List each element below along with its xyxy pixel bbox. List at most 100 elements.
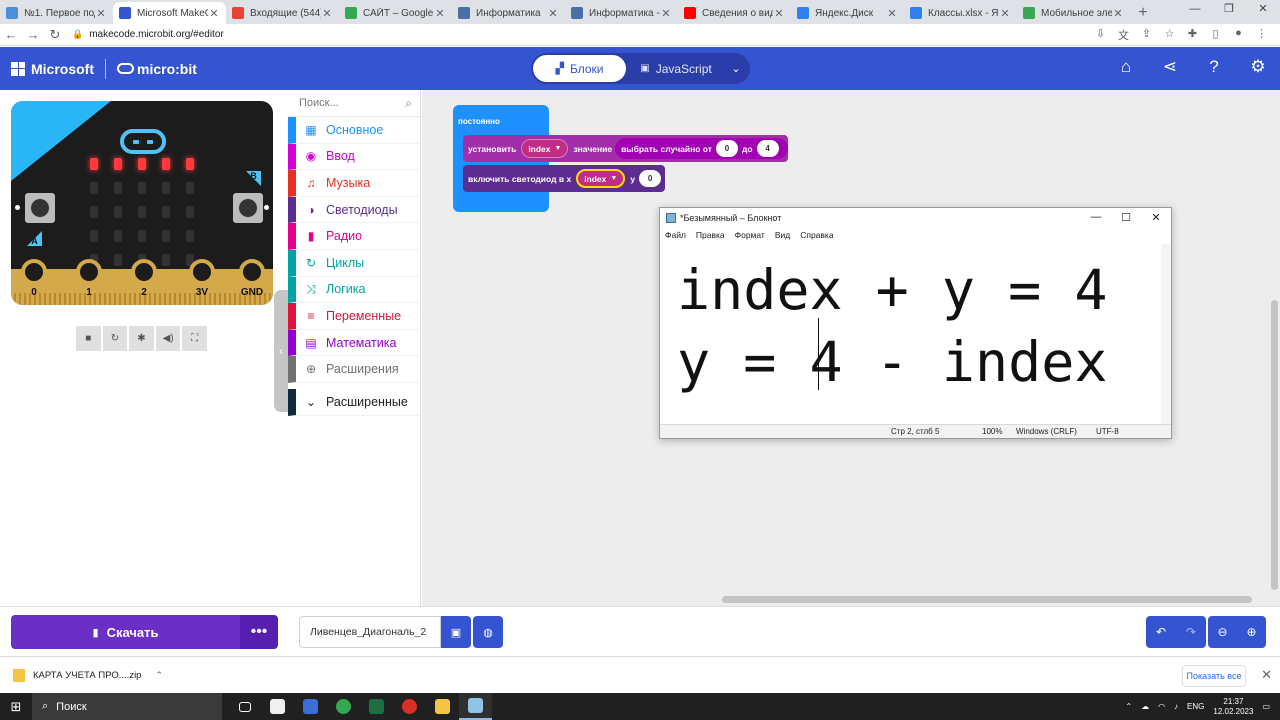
share-icon[interactable]: ⋖ bbox=[1160, 57, 1180, 77]
close-tab-icon[interactable]: ✕ bbox=[547, 7, 559, 20]
menu-dots-icon[interactable]: ⋮ bbox=[1253, 27, 1270, 43]
microsoft-logo[interactable]: Microsoft bbox=[0, 61, 94, 77]
fullscreen-icon[interactable]: ⛶ bbox=[182, 326, 207, 351]
close-icon[interactable]: ✕ bbox=[1141, 211, 1171, 224]
extensions-icon[interactable]: ✚ bbox=[1184, 27, 1201, 43]
wifi-icon[interactable]: ◠ bbox=[1158, 702, 1165, 711]
github-button[interactable]: ◍ bbox=[473, 616, 503, 648]
sidepanel-icon[interactable]: ▯ bbox=[1207, 27, 1224, 43]
variable-dropdown[interactable]: index ▼ bbox=[521, 139, 569, 158]
maximize-icon[interactable]: ☐ bbox=[1111, 211, 1141, 224]
pin[interactable]: GND bbox=[239, 259, 265, 305]
cloud-icon[interactable]: ☁ bbox=[1141, 702, 1149, 711]
download-item[interactable]: КАРТА УЧЕТА ПРО....zip ⌃ bbox=[0, 668, 163, 682]
zoom-out-icon[interactable]: ⊖ bbox=[1208, 616, 1237, 648]
gear-icon[interactable]: ⚙ bbox=[1248, 57, 1268, 77]
pin[interactable]: 0 bbox=[21, 259, 47, 305]
download-button[interactable]: ▮ Скачать bbox=[11, 615, 240, 649]
toolbox-search[interactable]: Поиск... ⌕ bbox=[288, 90, 420, 117]
stop-icon[interactable]: ■ bbox=[76, 326, 101, 351]
sound-icon[interactable]: ◀) bbox=[155, 326, 181, 351]
category-item[interactable]: ◉ Ввод bbox=[288, 143, 420, 171]
workspace-horizontal-scrollbar[interactable] bbox=[722, 596, 1252, 603]
browser-tab[interactable]: Информатика - П✕ bbox=[565, 2, 678, 24]
save-button[interactable]: ▣ bbox=[441, 616, 471, 648]
new-tab-icon[interactable]: + bbox=[1130, 2, 1156, 24]
restore-icon[interactable]: ❐ bbox=[1212, 0, 1246, 20]
app-icon[interactable] bbox=[261, 693, 294, 720]
notification-icon[interactable]: ▭ bbox=[1262, 702, 1270, 711]
pin[interactable]: 1 bbox=[76, 259, 102, 305]
reload-icon[interactable]: ↻ bbox=[44, 27, 66, 43]
x-variable-dropdown[interactable]: index ▼ bbox=[576, 169, 626, 188]
bookmark-star-icon[interactable]: ☆ bbox=[1161, 27, 1178, 43]
category-item[interactable]: ⤨ Логика bbox=[288, 276, 420, 304]
close-tab-icon[interactable]: ✕ bbox=[773, 7, 785, 20]
category-item[interactable]: ♫ Музыка bbox=[288, 170, 420, 197]
chevron-up-icon[interactable]: ⌃ bbox=[1125, 702, 1132, 711]
browser-tab[interactable]: Входящие (544) -✕ bbox=[226, 2, 339, 24]
category-item[interactable]: ↻ Циклы bbox=[288, 249, 420, 277]
category-item[interactable]: ▤ Математика bbox=[288, 329, 420, 357]
close-tab-icon[interactable]: ✕ bbox=[95, 7, 107, 20]
url-field[interactable]: 🔒 makecode.microbit.org/#editor bbox=[72, 29, 224, 40]
browser-tab[interactable]: Мобильное элект✕ bbox=[1017, 2, 1130, 24]
redo-icon[interactable]: ↷ bbox=[1176, 616, 1206, 648]
close-tab-icon[interactable]: ✕ bbox=[208, 7, 220, 20]
browser-tab[interactable]: Яндекс.Диск ✕ bbox=[791, 2, 904, 24]
browser-tab[interactable]: Классы.xlsx - Янде✕ bbox=[904, 2, 1017, 24]
translate-icon[interactable]: 文 bbox=[1115, 27, 1132, 43]
more-options-button[interactable]: ••• bbox=[240, 615, 278, 649]
show-all-downloads-button[interactable]: Показать все bbox=[1182, 665, 1246, 687]
zoom-in-icon[interactable]: ⊕ bbox=[1237, 616, 1266, 648]
blocks-mode-button[interactable]: ▞ Блоки bbox=[533, 55, 626, 82]
pin[interactable]: 2 bbox=[131, 259, 157, 305]
home-icon[interactable]: ⌂ bbox=[1116, 57, 1136, 77]
windows-start-icon[interactable]: ⊞ bbox=[0, 699, 32, 715]
project-name-input[interactable]: Ливенцев_Диагональ_2 bbox=[299, 616, 441, 648]
undo-icon[interactable]: ↶ bbox=[1146, 616, 1176, 648]
close-tab-icon[interactable]: ✕ bbox=[1112, 7, 1124, 20]
close-tab-icon[interactable]: ✕ bbox=[999, 7, 1011, 20]
category-item[interactable]: ◑ Светодиоды bbox=[288, 196, 420, 224]
volume-icon[interactable]: ♪ bbox=[1174, 702, 1178, 711]
menu-item[interactable]: Формат bbox=[735, 230, 765, 240]
category-item[interactable]: ▮ Радио bbox=[288, 223, 420, 250]
file-explorer-icon[interactable] bbox=[426, 693, 459, 720]
category-item[interactable]: ▦ Основное bbox=[288, 117, 420, 144]
install-icon[interactable]: ⇩ bbox=[1092, 27, 1109, 43]
close-icon[interactable]: ✕ bbox=[1246, 0, 1280, 20]
minimize-icon[interactable]: — bbox=[1081, 211, 1111, 224]
restart-icon[interactable]: ↻ bbox=[102, 326, 128, 351]
javascript-mode-button[interactable]: ▣ JavaScript bbox=[626, 62, 726, 76]
random-to-input[interactable]: 4 bbox=[756, 140, 779, 157]
browser-tab[interactable]: Сведения о видео✕ bbox=[678, 2, 791, 24]
workspace-vertical-scrollbar[interactable] bbox=[1271, 300, 1278, 590]
random-block[interactable]: выбрать случайно от 0 до 4 bbox=[615, 138, 788, 159]
taskbar-search[interactable]: ⌕ Поиск bbox=[32, 693, 222, 720]
minimize-icon[interactable]: — bbox=[1178, 0, 1212, 20]
excel-icon[interactable] bbox=[360, 693, 393, 720]
browser-tab[interactable]: Информатика ✕ bbox=[452, 2, 565, 24]
category-advanced[interactable]: ⌄ Расширенные bbox=[288, 388, 420, 416]
notepad-scrollbar[interactable] bbox=[1161, 244, 1171, 424]
random-from-input[interactable]: 0 bbox=[715, 140, 738, 157]
set-variable-block[interactable]: установить index ▼ значение выбрать случа… bbox=[463, 135, 788, 162]
debug-icon[interactable]: ✱ bbox=[129, 326, 154, 351]
pin[interactable]: 3V bbox=[189, 259, 215, 305]
browser-tab[interactable]: №1. Первое подк✕ bbox=[0, 2, 113, 24]
menu-item[interactable]: Правка bbox=[696, 230, 725, 240]
plot-led-block[interactable]: включить светодиод в x index ▼ y 0 bbox=[463, 165, 666, 192]
share-icon[interactable]: ⇪ bbox=[1138, 27, 1155, 43]
app-icon[interactable] bbox=[294, 693, 327, 720]
close-tab-icon[interactable]: ✕ bbox=[434, 7, 446, 20]
notepad-titlebar[interactable]: *Безымянный – Блокнот — ☐ ✕ bbox=[660, 208, 1171, 227]
profile-icon[interactable]: ● bbox=[1230, 27, 1247, 43]
button-a[interactable] bbox=[25, 193, 55, 223]
close-tab-icon[interactable]: ✕ bbox=[886, 7, 898, 20]
chrome-icon[interactable] bbox=[327, 693, 360, 720]
microbit-logo[interactable]: micro:bit bbox=[117, 61, 197, 77]
notepad-text-area[interactable]: index + y = 4 y = 4 - index bbox=[660, 244, 1163, 424]
task-view-icon[interactable] bbox=[228, 693, 261, 720]
y-input[interactable]: 0 bbox=[639, 170, 662, 187]
